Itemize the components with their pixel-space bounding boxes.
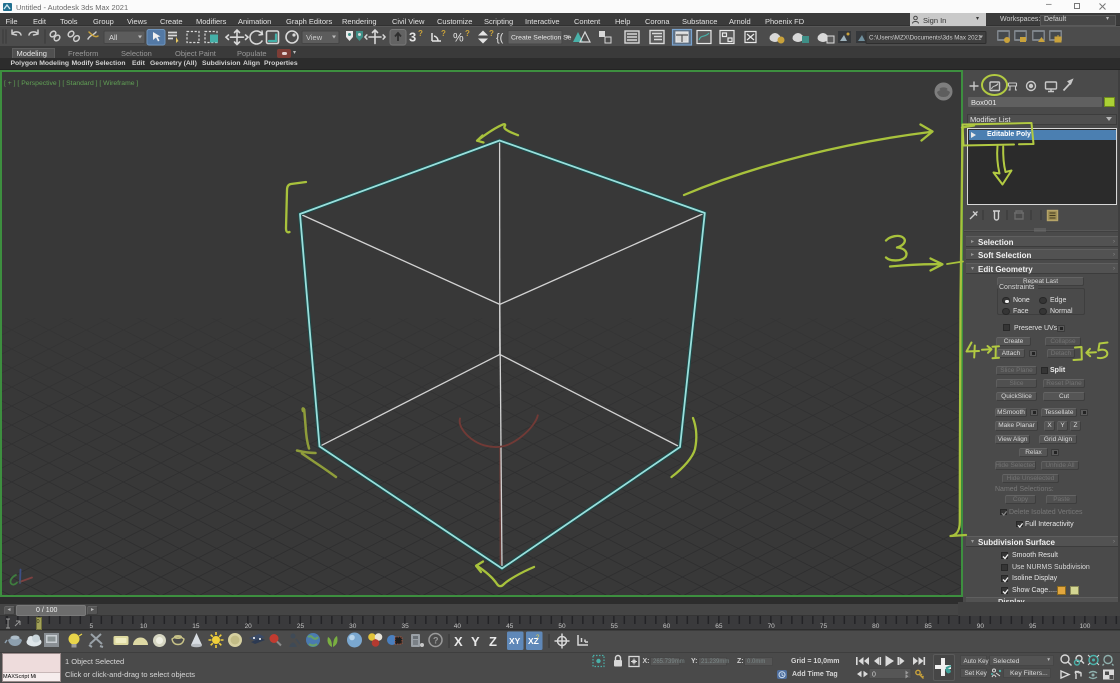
- svg-text:?: ?: [441, 29, 446, 38]
- svg-text:?: ?: [418, 29, 423, 38]
- svg-text:Y: Y: [471, 634, 480, 649]
- svg-text:Create Selection Se: Create Selection Se: [511, 35, 572, 42]
- svg-text:C:\Users\MZX\Documents\3ds Max: C:\Users\MZX\Documents\3ds Max 2021: [869, 35, 982, 42]
- svg-text:X: X: [454, 634, 463, 649]
- svg-text:3: 3: [409, 30, 416, 45]
- svg-text:%: %: [453, 31, 464, 45]
- svg-text:{(: {(: [496, 32, 504, 44]
- svg-text:XY: XY: [509, 636, 521, 646]
- svg-text:[ + ] [ Perspective ] [ Standa: [ + ] [ Perspective ] [ Standard ] [ Wir…: [4, 80, 138, 87]
- svg-text:Z: Z: [489, 634, 497, 649]
- svg-text:?: ?: [465, 29, 470, 38]
- svg-text:?: ?: [433, 636, 439, 646]
- svg-text:0: 0: [872, 672, 876, 679]
- svg-text:View: View: [306, 33, 323, 42]
- svg-text:?: ?: [489, 29, 494, 38]
- svg-text:All: All: [109, 33, 118, 42]
